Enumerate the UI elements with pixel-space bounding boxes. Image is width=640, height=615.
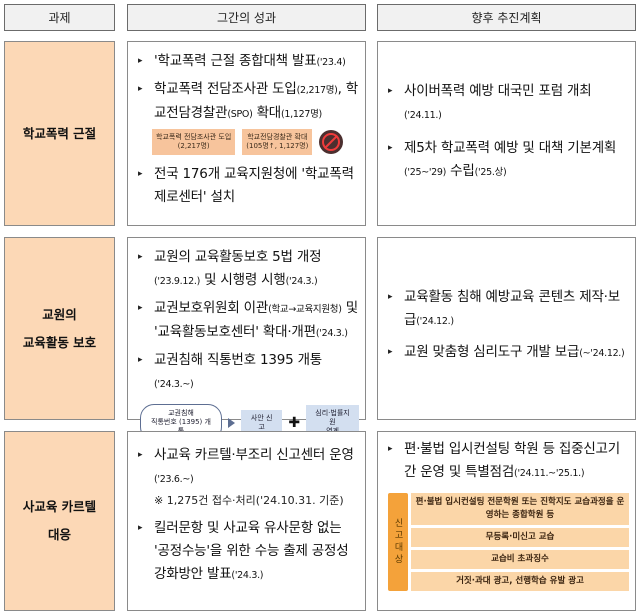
row3-topic-line2: 대응 [47, 527, 71, 542]
row3-plans: ▸ 편·불법 입시컨설팅 학원 등 집중신고기간 운영 및 특별점검('24.1… [377, 431, 636, 611]
header-plans-label: 향후 추진계획 [471, 11, 542, 25]
scope-item: 무등록·미신고 교습 [411, 528, 629, 547]
bullet-icon: ▸ [138, 252, 143, 262]
bullet-icon: ▸ [138, 56, 143, 66]
bullet-icon: ▸ [138, 523, 143, 533]
row3-plan-1: ▸ 편·불법 입시컨설팅 학원 등 집중신고기간 운영 및 특별점검('24.1… [384, 438, 629, 485]
scope-list: 편·불법 입시컨설팅 전문학원 또는 진학지도 교습과정을 운영하는 종합학원 … [411, 493, 629, 591]
row2-topic-line2: 교육활동 보호 [22, 334, 97, 350]
header-results: 그간의 성과 [127, 4, 366, 31]
row2-result-3: ▸ 교권침해 직통번호 1395 개통('24.3.~) [134, 349, 359, 396]
bullet-icon: ▸ [138, 303, 143, 313]
bullet-icon: ▸ [388, 86, 393, 96]
row1-plans: ▸ 사이버폭력 예방 대국민 포럼 개최 ('24.11.) ▸ 제5차 학교폭력… [377, 41, 636, 226]
row3-result-2: ▸ 킬러문항 및 사교육 유사문항 없는 '공정수능'을 위한 수능 출제 공정… [134, 517, 359, 587]
bullet-icon: ▸ [388, 444, 393, 454]
row3-result-1: ▸ 사교육 카르텔·부조리 신고센터 운영('23.6.~) [134, 444, 359, 491]
bullet-icon: ▸ [388, 347, 393, 357]
plus-icon: ✚ [288, 414, 301, 431]
row2-result-2: ▸ 교권보호위원회 이관(학교→교육지원청) 및 '교육활동보호센터' 확대·개… [134, 297, 359, 345]
arrow-right-icon [228, 417, 235, 428]
row1-plan-1: ▸ 사이버폭력 예방 대국민 포럼 개최 ('24.11.) [384, 80, 629, 127]
bullet-icon: ▸ [138, 169, 143, 179]
header-topic: 과제 [4, 4, 115, 31]
badge-police: 학교전담경찰관 확대 (105명↑, 1,127명) [242, 129, 313, 155]
bullet-icon: ▸ [138, 450, 143, 460]
no-violence-icon [319, 130, 344, 154]
badge-investigator: 학교폭력 전담조사관 도입 (2,217명) [152, 129, 236, 155]
row1-plan-2: ▸ 제5차 학교폭력 예방 및 대책 기본계획('25~'29) 수립('25.… [384, 137, 629, 184]
header-topic-label: 과제 [48, 11, 71, 25]
header-plans: 향후 추진계획 [377, 4, 636, 31]
row1-badges: 학교폭력 전담조사관 도입 (2,217명) 학교전담경찰관 확대 (105명↑… [152, 129, 359, 155]
scope-label: 신고대상 [388, 493, 408, 591]
scope-item: 교습비 초과징수 [411, 550, 629, 569]
bullet-icon: ▸ [388, 292, 393, 302]
row1-topic-label: 학교폭력 근절 [22, 125, 97, 141]
bullet-icon: ▸ [138, 355, 143, 365]
row3-topic: 사교육 카르텔 대응 [4, 431, 115, 611]
row2-plan-2: ▸ 교원 맞춤형 심리도구 개발 보급(~'24.12.) [384, 341, 629, 365]
bullet-icon: ▸ [388, 143, 393, 153]
row2-plan-1: ▸ 교육활동 침해 예방교육 콘텐츠 제작·보급('24.12.) [384, 286, 629, 333]
row2-topic-line1: 교원의 [42, 306, 77, 322]
row2-results: ▸ 교원의 교육활동보호 5법 개정 ('23.9.12.) 및 시행령 시행(… [127, 237, 366, 441]
row2-result-1: ▸ 교원의 교육활동보호 5법 개정 ('23.9.12.) 및 시행령 시행(… [134, 246, 359, 293]
row3-topic-line1: 사교육 카르텔 [22, 499, 97, 514]
row3-results: ▸ 사교육 카르텔·부조리 신고센터 운영('23.6.~) ※ 1,275건 … [127, 431, 366, 611]
report-scope: 신고대상 편·불법 입시컨설팅 전문학원 또는 진학지도 교습과정을 운영하는 … [388, 493, 629, 591]
row2-topic: 교원의 교육활동 보호 [4, 237, 115, 420]
bullet-icon: ▸ [138, 84, 143, 94]
row1-result-3: ▸ 전국 176개 교육지원청에 '학교폭력제로센터' 설치 [134, 163, 359, 209]
header-results-label: 그간의 성과 [216, 11, 276, 25]
row1-topic: 학교폭력 근절 [4, 41, 115, 226]
row1-result-1: ▸ '학교폭력 근절 종합대책 발표('23.4) [134, 50, 359, 74]
row1-result-2: ▸ 학교폭력 전담조사관 도입(2,217명), 학교전담경찰관(SPO) 확대… [134, 78, 359, 126]
scope-item: 편·불법 입시컨설팅 전문학원 또는 진학지도 교습과정을 운영하는 종합학원 … [411, 493, 629, 525]
row1-results: ▸ '학교폭력 근절 종합대책 발표('23.4) ▸ 학교폭력 전담조사관 도… [127, 41, 366, 226]
row3-note: ※ 1,275건 접수·처리('24.10.31. 기준) [154, 494, 344, 507]
scope-item: 거짓·과대 광고, 선행학습 유발 광고 [411, 572, 629, 591]
row2-plans: ▸ 교육활동 침해 예방교육 콘텐츠 제작·보급('24.12.) ▸ 교원 맞… [377, 237, 636, 420]
